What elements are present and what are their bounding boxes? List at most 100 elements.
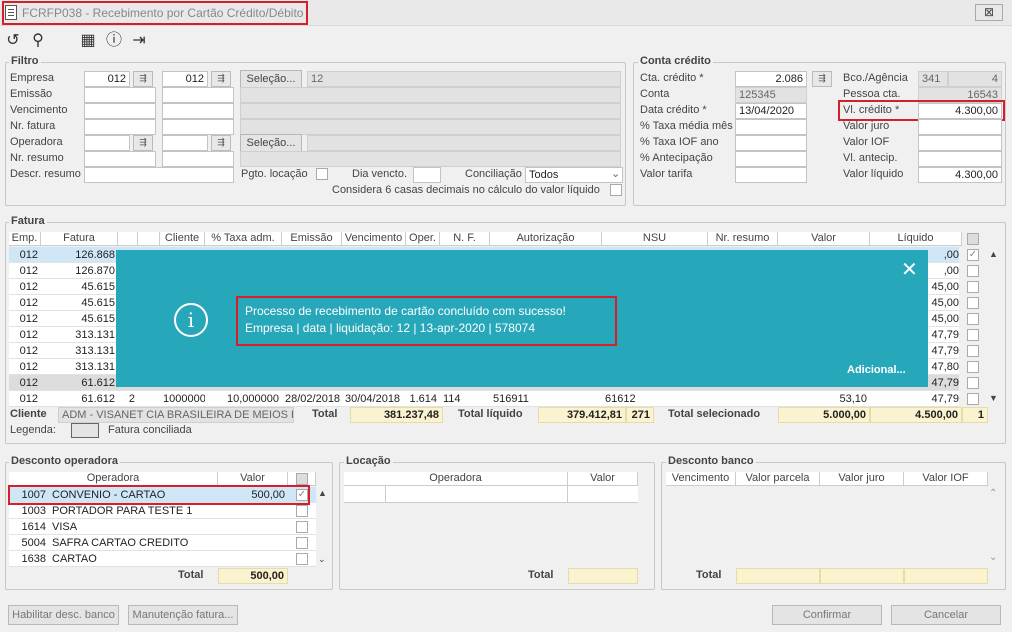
fatura-col-header[interactable]: Vencimento <box>342 232 406 246</box>
fatura-col-header[interactable]: NSU <box>602 232 708 246</box>
row-checkbox[interactable] <box>967 329 979 341</box>
row-checkbox[interactable] <box>967 361 979 373</box>
fatura-cell: 61612 <box>605 393 636 405</box>
nr-fatura-to-input[interactable] <box>162 119 234 135</box>
nr-resumo-to-input[interactable] <box>162 151 234 167</box>
cta-credito-lookup-button[interactable]: ⇶ <box>812 71 832 87</box>
cancelar-button[interactable]: Cancelar <box>891 605 1001 625</box>
vencimento-to-input[interactable] <box>162 103 234 119</box>
empresa-to-input[interactable]: 012 <box>162 71 208 87</box>
row-checkbox[interactable] <box>967 345 979 357</box>
select-all-checkbox[interactable] <box>967 233 979 245</box>
close-icon[interactable]: ✕ <box>901 257 918 282</box>
manutencao-fatura-button[interactable]: Manutenção fatura... <box>128 605 238 625</box>
vencimento-from-input[interactable] <box>84 103 156 119</box>
valor-iof-input[interactable] <box>918 135 1002 151</box>
calendar-icon[interactable]: ▦ <box>78 33 98 51</box>
taxa-iof-input[interactable] <box>735 135 807 151</box>
fatura-col-header[interactable]: Valor <box>778 232 870 246</box>
row-checkbox[interactable]: ✓ <box>967 249 979 261</box>
row-checkbox[interactable] <box>967 313 979 325</box>
fatura-col-header[interactable]: Fatura <box>41 232 118 246</box>
cta-credito-input[interactable]: 2.086 <box>735 71 807 87</box>
row-checkbox[interactable] <box>967 393 979 405</box>
fatura-col-header[interactable]: N. F. <box>440 232 490 246</box>
fatura-col-header[interactable]: Líquido <box>870 232 962 246</box>
row-checkbox[interactable] <box>296 521 308 533</box>
empresa-to-lookup-button[interactable]: ⇶ <box>211 71 231 87</box>
row-checkbox[interactable] <box>967 377 979 389</box>
nr-fatura-desc <box>240 119 621 135</box>
operadora-name: PORTADOR PARA TESTE 1 <box>52 505 193 517</box>
fatura-cell: 45.615 <box>81 313 115 325</box>
col-check <box>288 472 316 486</box>
fatura-col-header[interactable]: Autorização <box>490 232 602 246</box>
valor-tarifa-input[interactable] <box>735 167 807 183</box>
scroll-down-icon[interactable]: ⌄ <box>318 554 326 565</box>
scroll-up-icon[interactable]: ▲ <box>989 249 998 259</box>
fatura-col-header[interactable]: Emp. <box>9 232 41 246</box>
scroll-down-icon[interactable]: ▼ <box>989 393 998 403</box>
operadora-from-input[interactable] <box>84 135 130 151</box>
operadora-valor <box>218 503 288 519</box>
valor-juro-input[interactable] <box>918 119 1002 135</box>
chevron-down-icon[interactable]: ⌄ <box>611 167 620 180</box>
adicional-link[interactable]: Adicional... <box>847 364 906 376</box>
taxa-media-input[interactable] <box>735 119 807 135</box>
fatura-col-header[interactable]: Nr. resumo <box>708 232 778 246</box>
selecao-button[interactable]: Seleção... <box>240 70 302 88</box>
fatura-legend: Fatura <box>9 215 47 227</box>
empresa-lookup-button[interactable]: ⇶ <box>133 71 153 87</box>
row-checkbox[interactable] <box>967 265 979 277</box>
scroll-up-icon[interactable]: ▲ <box>318 488 327 498</box>
valor-tarifa-label: Valor tarifa <box>640 168 693 180</box>
row-checkbox[interactable] <box>296 553 308 565</box>
confirmar-button[interactable]: Confirmar <box>772 605 882 625</box>
pgto-locacao-checkbox[interactable] <box>316 168 328 180</box>
fatura-col-header[interactable] <box>118 232 138 246</box>
dia-vencto-label: Dia vencto. <box>352 168 408 180</box>
fatura-col-header[interactable] <box>138 232 160 246</box>
dia-vencto-input[interactable] <box>413 167 441 183</box>
nr-fatura-from-input[interactable] <box>84 119 156 135</box>
row-checkbox[interactable] <box>296 537 308 549</box>
seis-casas-checkbox[interactable] <box>610 184 622 196</box>
help-icon[interactable]: ⓘ <box>104 33 124 51</box>
close-window-button[interactable]: ⊠ <box>975 4 1003 21</box>
taxa-media-label: % Taxa média mês <box>640 120 733 132</box>
conta-value: 125345 <box>735 87 807 103</box>
fatura-col-header[interactable]: Emissão <box>282 232 342 246</box>
fatura-cell: 012 <box>19 345 38 357</box>
fatura-col-header[interactable]: % Taxa adm. <box>205 232 282 246</box>
total-liquido-value: 379.412,81 <box>538 407 626 423</box>
locacao-empty-row[interactable] <box>344 486 638 503</box>
operadora-to-lookup-button[interactable]: ⇶ <box>211 135 231 151</box>
exit-icon[interactable]: ⇥ <box>129 33 149 51</box>
count-value: 271 <box>626 407 654 423</box>
row-checkbox[interactable] <box>296 505 308 517</box>
desc-banco-total-juro <box>820 568 904 584</box>
emissao-from-input[interactable] <box>84 87 156 103</box>
row-checkbox[interactable] <box>967 297 979 309</box>
fatura-scrollbar[interactable] <box>989 248 1001 406</box>
selecao2-button[interactable]: Seleção... <box>240 134 302 152</box>
fatura-col-header[interactable]: Oper. <box>406 232 440 246</box>
fatura-col-header[interactable]: Cliente <box>160 232 205 246</box>
scroll-up-icon[interactable]: ⌃ <box>989 488 997 499</box>
undo-icon[interactable]: ↺ <box>3 33 23 51</box>
habilitar-desc-banco-button[interactable]: Habilitar desc. banco <box>8 605 119 625</box>
nr-resumo-from-input[interactable] <box>84 151 156 167</box>
operadora-lookup-button[interactable]: ⇶ <box>133 135 153 151</box>
row-checkbox[interactable] <box>967 281 979 293</box>
search-icon[interactable]: ⚲ <box>28 33 48 51</box>
descr-resumo-input[interactable] <box>84 167 234 183</box>
conciliacao-select[interactable]: Todos <box>525 167 623 183</box>
data-credito-input[interactable]: 13/04/2020 <box>735 103 807 119</box>
emissao-to-input[interactable] <box>162 87 234 103</box>
antecipacao-input[interactable] <box>735 151 807 167</box>
vl-antecip-input[interactable] <box>918 151 1002 167</box>
empresa-input[interactable]: 012 <box>84 71 130 87</box>
scroll-down-icon[interactable]: ⌄ <box>989 552 997 563</box>
operadora-to-input[interactable] <box>162 135 208 151</box>
seis-casas-label: Considera 6 casas decimais no cálculo do… <box>332 184 600 196</box>
